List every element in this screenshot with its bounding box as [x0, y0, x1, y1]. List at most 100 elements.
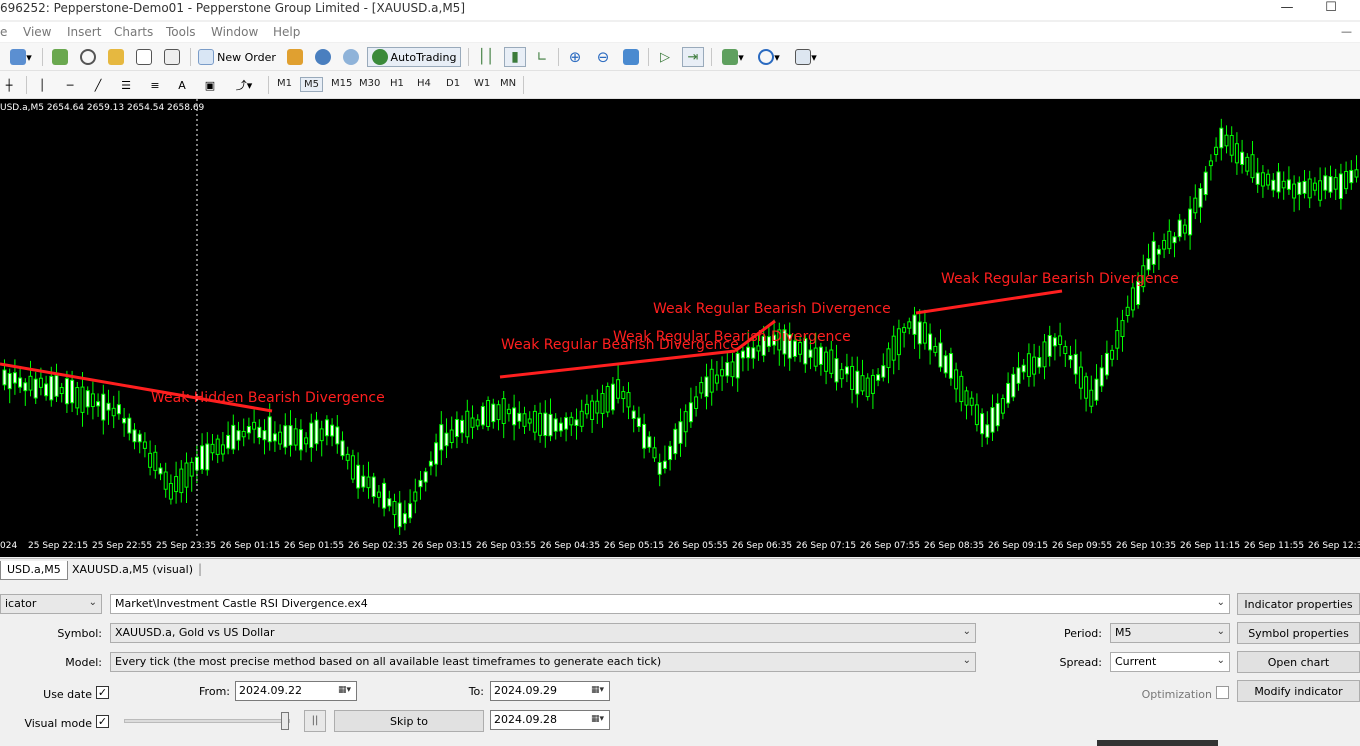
- tile-windows-button[interactable]: [621, 47, 641, 67]
- candle-body: [371, 476, 376, 498]
- trendline-button[interactable]: ╱: [89, 75, 107, 95]
- zoom-in-button[interactable]: ⊕: [565, 47, 585, 67]
- candle-body: [75, 387, 80, 409]
- candle-body: [1208, 160, 1213, 167]
- candle-body: [64, 378, 69, 405]
- timeframe-mn[interactable]: MN: [497, 77, 519, 90]
- expert-file-select[interactable]: Market\Investment Castle RSI Divergence.…: [110, 594, 1230, 614]
- timeframe-w1[interactable]: W1: [471, 77, 493, 90]
- market-watch-button[interactable]: [50, 47, 70, 67]
- text-label-button[interactable]: ▣: [201, 75, 219, 95]
- indicators-button[interactable]: ▾: [718, 47, 748, 67]
- time-label: 26 Sep 05:15: [604, 541, 665, 551]
- from-date-field[interactable]: 2024.09.22 ▦▾: [235, 681, 357, 701]
- menu-view[interactable]: View: [23, 25, 51, 39]
- community-button[interactable]: [313, 47, 333, 67]
- candle-body: [1312, 182, 1317, 191]
- new-chart-button[interactable]: ▾: [6, 47, 36, 67]
- candle-body: [1026, 353, 1031, 378]
- timeframe-m15[interactable]: M15: [328, 77, 355, 90]
- bar-chart-button[interactable]: ││: [476, 47, 496, 67]
- candle-body: [293, 428, 298, 446]
- menu-tools[interactable]: Tools: [166, 25, 196, 39]
- use-date-checkbox[interactable]: ✓: [96, 686, 109, 699]
- metaeditor-button[interactable]: [285, 47, 305, 67]
- strategy-tester-button[interactable]: [162, 47, 182, 67]
- menu-charts[interactable]: Charts: [114, 25, 153, 39]
- autotrading-button[interactable]: AutoTrading: [367, 47, 461, 67]
- menu-insert[interactable]: Insert: [67, 25, 101, 39]
- crosshair-tool-button[interactable]: ┼: [0, 75, 18, 95]
- calendar-icon[interactable]: ▦▾: [591, 685, 606, 697]
- zoom-out-button[interactable]: ⊖: [593, 47, 613, 67]
- candle-body: [1214, 146, 1219, 156]
- menu-file[interactable]: e: [0, 25, 7, 39]
- auto-scroll-button[interactable]: ⇥: [682, 47, 704, 67]
- line-studies-toolbar: ┼ │ ─ ╱ ☰ ≡ A ▣ ⤴▾ M1 M5 M15 M30 H1 H4 D…: [0, 71, 1360, 99]
- new-order-button[interactable]: New Order: [197, 47, 277, 67]
- visual-mode-checkbox[interactable]: ✓: [96, 715, 109, 728]
- to-date-field[interactable]: 2024.09.29 ▦▾: [490, 681, 610, 701]
- candle-body: [881, 365, 886, 378]
- candle-body: [215, 438, 220, 455]
- candle-body: [96, 401, 101, 407]
- candle-body: [90, 393, 95, 408]
- vertical-line-button[interactable]: │: [34, 75, 50, 95]
- fibonacci-button[interactable]: ≡: [146, 75, 164, 95]
- tab-visual[interactable]: XAUUSD.a,M5 (visual): [66, 561, 199, 580]
- modify-indicator-button[interactable]: Modify indicator: [1237, 680, 1360, 702]
- skip-to-button[interactable]: Skip to: [334, 710, 484, 732]
- chart-shift-button[interactable]: ▷: [655, 47, 675, 67]
- chart-tabs: USD.a,M5 XAUUSD.a,M5 (visual) |: [0, 558, 1360, 580]
- candle-body: [964, 390, 969, 406]
- line-chart-button[interactable]: ∟: [532, 47, 552, 67]
- indicator-properties-button[interactable]: Indicator properties: [1237, 593, 1360, 615]
- price-chart[interactable]: USD.a,M5 2654.64 2659.13 2654.54 2658.69…: [0, 99, 1360, 557]
- text-tool-button[interactable]: A: [174, 75, 190, 95]
- tab-chart[interactable]: USD.a,M5: [0, 561, 68, 580]
- timeframe-h1[interactable]: H1: [387, 77, 407, 90]
- menu-help[interactable]: Help: [273, 25, 300, 39]
- open-chart-button[interactable]: Open chart: [1237, 651, 1360, 673]
- candle-body: [148, 452, 153, 468]
- data-window-button[interactable]: [78, 47, 98, 67]
- timeframe-m5[interactable]: M5: [300, 77, 323, 92]
- timeframe-h4[interactable]: H4: [414, 77, 434, 90]
- timeframe-m1[interactable]: M1: [274, 77, 295, 90]
- arrows-button[interactable]: ⤴▾: [229, 75, 259, 95]
- menu-window[interactable]: Window: [211, 25, 258, 39]
- periods-button[interactable]: ▾: [754, 47, 784, 67]
- horizontal-line-button[interactable]: ─: [61, 75, 79, 95]
- skip-to-date-field[interactable]: 2024.09.28 ▦▾: [490, 710, 610, 730]
- candle-body: [205, 443, 210, 471]
- spread-value: Current: [1115, 655, 1157, 668]
- symbol-select[interactable]: XAUUSD.a, Gold vs US Dollar ⌄: [110, 623, 976, 643]
- period-select[interactable]: M5 ⌄: [1110, 623, 1230, 643]
- model-select[interactable]: Every tick (the most precise method base…: [110, 652, 976, 672]
- templates-button[interactable]: ▾: [790, 47, 822, 67]
- spread-label: Spread:: [1059, 656, 1102, 669]
- maximize-icon[interactable]: ☐: [1316, 0, 1346, 20]
- timeframe-d1[interactable]: D1: [443, 77, 463, 90]
- candle-body: [860, 375, 865, 392]
- calendar-icon[interactable]: ▦▾: [338, 685, 353, 697]
- timeframe-m30[interactable]: M30: [356, 77, 383, 90]
- tester-type-select[interactable]: icator ⌄: [0, 594, 102, 614]
- mdi-minimize-icon[interactable]: —: [1341, 25, 1352, 38]
- navigator-button[interactable]: [106, 47, 126, 67]
- channel-button[interactable]: ☰: [117, 75, 135, 95]
- candle-body: [1151, 240, 1156, 265]
- signals-button[interactable]: [341, 47, 361, 67]
- visual-speed-handle[interactable]: [281, 712, 289, 730]
- terminal-button[interactable]: [134, 47, 154, 67]
- candlestick-button[interactable]: ▮: [504, 47, 526, 67]
- spread-select[interactable]: Current ⌄: [1110, 652, 1230, 672]
- visual-speed-slider[interactable]: [124, 719, 290, 723]
- symbol-properties-button[interactable]: Symbol properties: [1237, 622, 1360, 644]
- minimize-icon[interactable]: —: [1272, 0, 1302, 20]
- candle-body: [595, 400, 600, 414]
- candle-body: [688, 402, 693, 423]
- optimization-checkbox[interactable]: [1216, 686, 1229, 699]
- calendar-icon[interactable]: ▦▾: [591, 714, 606, 726]
- pause-button[interactable]: ||: [304, 710, 326, 732]
